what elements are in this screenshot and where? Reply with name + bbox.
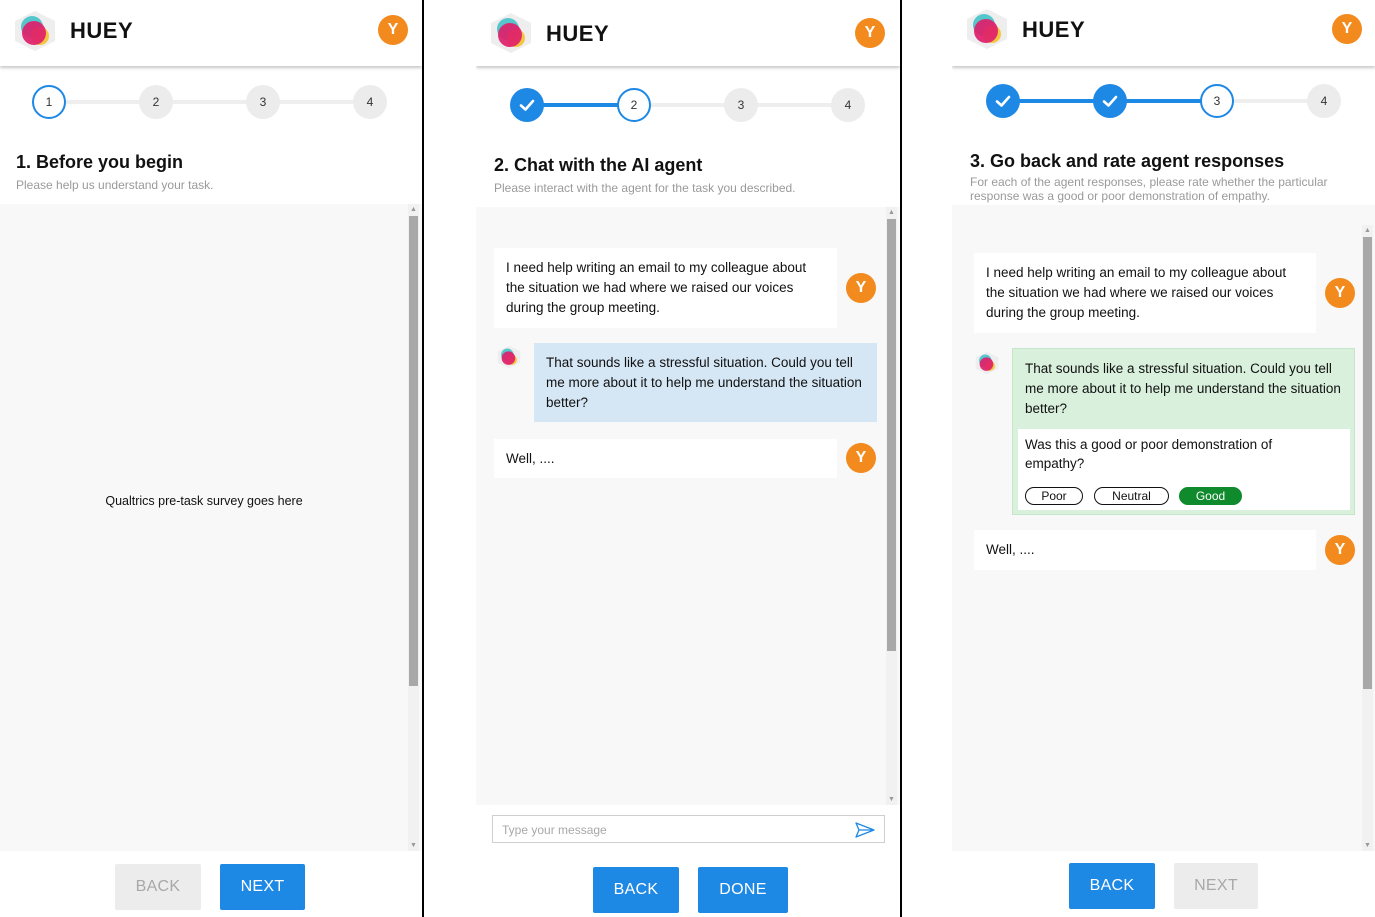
step-1-complete <box>510 88 544 122</box>
chat-message-user: I need help writing an email to my colle… <box>494 248 837 328</box>
panel-divider <box>422 0 424 917</box>
step-1: 1 <box>32 85 66 119</box>
chat-message-agent: That sounds like a stressful situation. … <box>1025 361 1341 416</box>
survey-placeholder: Qualtrics pre-task survey goes here <box>105 494 303 508</box>
page-title: 1. Before you begin <box>16 152 184 172</box>
step-3: 3 <box>724 88 758 122</box>
scroll-up-icon[interactable]: ▲ <box>408 204 419 215</box>
chat-message-user: Well, .... <box>974 530 1316 570</box>
page-subtitle: For each of the agent responses, please … <box>970 175 1328 203</box>
done-button[interactable]: DONE <box>698 867 788 913</box>
rating-question: Was this a good or poor demonstration of… <box>1025 437 1273 471</box>
chat-message-user: I need help writing an email to my colle… <box>974 253 1316 333</box>
survey-area: Qualtrics pre-task survey goes here ▲ ▼ <box>0 204 422 851</box>
rating-option-neutral[interactable]: Neutral <box>1094 487 1169 505</box>
step-1-complete <box>986 84 1020 118</box>
user-avatar: Y <box>1325 278 1355 308</box>
scroll-thumb[interactable] <box>887 219 896 651</box>
rating-option-good[interactable]: Good <box>1179 487 1242 505</box>
scrollbar[interactable]: ▲ ▼ <box>408 204 419 851</box>
app-header: HUEY Y <box>952 0 1375 66</box>
message-input-box <box>492 815 885 843</box>
user-avatar[interactable]: Y <box>378 15 408 45</box>
brand-name: HUEY <box>70 18 134 43</box>
step-4: 4 <box>353 85 387 119</box>
progress-stepper: 1 2 3 4 <box>32 85 387 119</box>
back-button[interactable]: BACK <box>1069 863 1155 909</box>
user-avatar[interactable]: Y <box>855 18 885 48</box>
check-icon <box>1102 95 1118 107</box>
check-icon <box>519 99 535 111</box>
progress-stepper: 2 3 4 <box>510 88 865 122</box>
brand-name: HUEY <box>546 21 610 46</box>
step-3: 3 <box>1200 84 1234 118</box>
step-2-complete <box>1093 84 1127 118</box>
user-avatar: Y <box>1325 535 1355 565</box>
app-header: HUEY Y <box>476 0 900 66</box>
scroll-up-icon[interactable]: ▲ <box>886 207 897 218</box>
chat-message-user: Well, .... <box>494 439 837 478</box>
rating-card: Was this a good or poor demonstration of… <box>1018 429 1350 510</box>
rated-agent-message: That sounds like a stressful situation. … <box>1012 348 1355 515</box>
agent-avatar-icon <box>497 345 521 369</box>
step-3: 3 <box>246 85 280 119</box>
user-avatar: Y <box>846 273 876 303</box>
scroll-down-icon[interactable]: ▼ <box>408 840 419 851</box>
chat-message-agent: That sounds like a stressful situation. … <box>534 343 877 422</box>
send-icon[interactable] <box>855 822 875 838</box>
step-2: 2 <box>139 85 173 119</box>
panel-chat-with-agent: HUEY Y 2 3 4 2. Chat with the AI agent P… <box>476 0 900 917</box>
panel-rate-responses: HUEY Y 3 4 3. Go back and rate agent res… <box>952 0 1375 917</box>
step-connector <box>49 100 369 104</box>
scrollbar[interactable]: ▲ ▼ <box>886 207 897 805</box>
panel-before-you-begin: HUEY Y 1 2 3 4 1. Before you begin Pleas… <box>0 0 422 917</box>
back-button[interactable]: BACK <box>115 864 201 910</box>
progress-stepper: 3 4 <box>986 84 1341 118</box>
huey-logo-icon <box>967 9 1007 49</box>
page-title: 2. Chat with the AI agent <box>494 155 703 175</box>
back-button[interactable]: BACK <box>593 867 679 913</box>
scroll-down-icon[interactable]: ▼ <box>1362 840 1373 851</box>
step-2: 2 <box>617 88 651 122</box>
user-avatar: Y <box>846 443 876 473</box>
page-subtitle: Please help us understand your task. <box>16 178 214 192</box>
scroll-thumb[interactable] <box>1363 237 1372 689</box>
chat-area: I need help writing an email to my colle… <box>476 207 900 805</box>
scrollbar[interactable]: ▲ ▼ <box>1362 225 1373 851</box>
agent-avatar-icon <box>975 351 999 375</box>
user-avatar[interactable]: Y <box>1332 14 1362 44</box>
message-input[interactable] <box>502 822 822 838</box>
page-subtitle: Please interact with the agent for the t… <box>494 181 796 195</box>
chat-area: I need help writing an email to my colle… <box>952 205 1375 851</box>
brand-name: HUEY <box>1022 17 1086 42</box>
step-4: 4 <box>831 88 865 122</box>
scroll-up-icon[interactable]: ▲ <box>1362 225 1373 236</box>
app-header: HUEY Y <box>0 0 422 66</box>
next-button[interactable]: NEXT <box>220 864 305 910</box>
huey-logo-icon <box>15 11 55 51</box>
page-title: 3. Go back and rate agent responses <box>970 151 1285 171</box>
step-4: 4 <box>1307 84 1341 118</box>
scroll-down-icon[interactable]: ▼ <box>886 794 897 805</box>
next-button[interactable]: NEXT <box>1174 863 1258 909</box>
huey-logo-icon <box>491 13 531 53</box>
rating-option-poor[interactable]: Poor <box>1025 487 1083 505</box>
check-icon <box>995 95 1011 107</box>
panel-divider <box>900 0 902 917</box>
scroll-thumb[interactable] <box>409 216 418 686</box>
